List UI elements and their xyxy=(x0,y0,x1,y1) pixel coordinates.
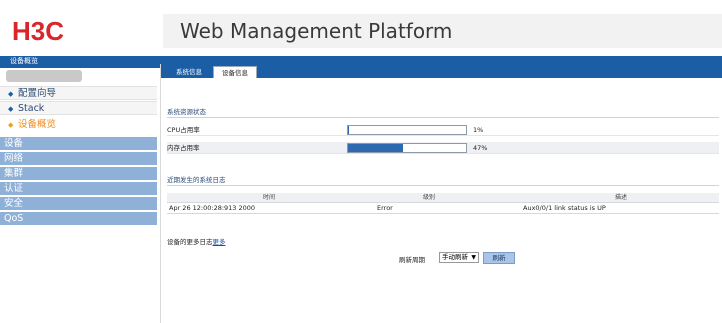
main-panel: 系统信息 设备信息 系统资源状态 CPU占用率 1% 内存占用率 47% 近期发… xyxy=(160,64,722,323)
sidebar-item-label: Stack xyxy=(18,103,45,114)
user-avatar-blurred xyxy=(6,70,82,82)
column-header-time: 时间 xyxy=(263,194,276,201)
log-level: Error xyxy=(377,204,393,212)
sidebar-category-device[interactable]: 设备 xyxy=(0,137,157,151)
sidebar-item-wizard[interactable]: ◆ 配置向导 xyxy=(0,86,157,100)
header: H3C Web Management Platform xyxy=(0,0,722,56)
sidebar-item-device-overview[interactable]: ◆ 设备概览 xyxy=(0,118,157,132)
app-title: Web Management Platform xyxy=(180,19,453,43)
brand-logo: H3C xyxy=(12,16,65,46)
memory-usage-fill xyxy=(348,144,404,152)
top-bar-label: 设备概览 xyxy=(10,57,38,65)
sidebar-category-auth[interactable]: 认证 xyxy=(0,182,157,196)
cpu-usage-bar xyxy=(347,125,467,135)
table-row: Apr 26 12:00:28:913 2000 Error Aux0/0/1 … xyxy=(167,203,719,214)
sidebar-category-security[interactable]: 安全 xyxy=(0,197,157,211)
sidebar-category-cluster[interactable]: 集群 xyxy=(0,167,157,181)
column-header-description: 描述 xyxy=(615,194,628,201)
memory-usage-bar xyxy=(347,143,467,153)
log-section-title: 近期发生的系统日志 xyxy=(167,176,226,184)
select-value: 手动刷新 xyxy=(442,253,468,261)
diamond-bullet-icon: ◆ xyxy=(8,121,14,129)
sidebar-item-label: 配置向导 xyxy=(18,88,57,99)
diamond-bullet-icon: ◆ xyxy=(8,105,14,113)
log-description: Aux0/0/1 link status is UP xyxy=(523,204,606,212)
sidebar-item-label: 设备概览 xyxy=(18,119,57,130)
column-header-level: 级别 xyxy=(423,194,436,201)
resource-row-cpu: CPU占用率 1% xyxy=(167,124,719,136)
resource-row-memory: 内存占用率 47% xyxy=(167,142,719,154)
sidebar-category-qos[interactable]: QoS xyxy=(0,212,157,226)
dropdown-arrow-icon: ▼ xyxy=(471,254,476,261)
tab-system-info[interactable]: 系统信息 xyxy=(167,66,211,78)
section-divider xyxy=(167,117,719,118)
resource-label: CPU占用率 xyxy=(167,126,200,134)
resource-value: 1% xyxy=(473,126,484,134)
log-table-header: 时间 级别 描述 xyxy=(167,193,719,203)
refresh-button[interactable]: 刷新 xyxy=(483,252,515,264)
cpu-usage-fill xyxy=(348,126,350,134)
tab-bar: 系统信息 设备信息 xyxy=(161,64,722,78)
refresh-label: 刷新周期 xyxy=(399,256,425,264)
resource-value: 47% xyxy=(473,144,488,152)
section-divider xyxy=(167,185,719,186)
diamond-bullet-icon: ◆ xyxy=(8,90,14,98)
sidebar-category-network[interactable]: 网络 xyxy=(0,152,157,166)
more-logs-link[interactable]: 更多 xyxy=(213,238,226,246)
resource-label: 内存占用率 xyxy=(167,144,200,152)
resources-section-title: 系统资源状态 xyxy=(167,108,206,116)
more-logs-line: 设备的更多日志更多 xyxy=(167,236,226,246)
log-time: Apr 26 12:00:28:913 2000 xyxy=(169,204,256,212)
refresh-period-select[interactable]: 手动刷新 ▼ xyxy=(439,252,479,263)
more-logs-prefix: 设备的更多日志 xyxy=(167,238,213,246)
tab-device-info[interactable]: 设备信息 xyxy=(213,66,257,78)
sidebar-item-stack[interactable]: ◆ Stack xyxy=(0,101,157,115)
app-root: H3C Web Management Platform 设备概览 ◆ 配置向导 ◆… xyxy=(0,0,722,323)
